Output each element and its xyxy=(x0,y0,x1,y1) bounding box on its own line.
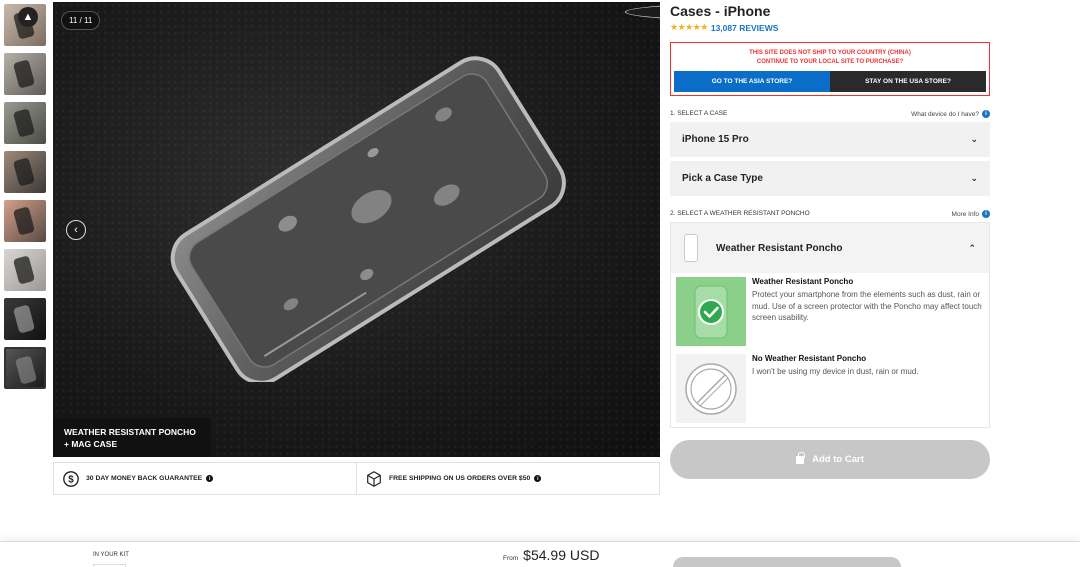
device-select-value: iPhone 15 Pro xyxy=(682,134,749,145)
poncho-selected-value: Weather Resistant Poncho xyxy=(716,242,843,254)
info-icon[interactable]: i xyxy=(206,475,214,482)
usa-store-button[interactable]: STAY ON THE USA STORE? xyxy=(830,71,986,92)
poncho-option-no[interactable]: No Weather Resistant Poncho I won't be u… xyxy=(671,350,989,427)
reviews-link[interactable]: 13,087 REVIEWS xyxy=(711,23,779,33)
poncho-option-yes-image xyxy=(676,277,746,346)
image-caption: WEATHER RESISTANT PONCHO + MAG CASE xyxy=(53,418,211,457)
poncho-option-yes-title: Weather Resistant Poncho xyxy=(752,277,854,286)
free-shipping[interactable]: FREE SHIPPING ON US ORDERS OVER $50 i xyxy=(356,463,659,494)
device-select[interactable]: iPhone 15 Pro ⌄ xyxy=(670,122,990,157)
sticky-cart-bar: IN YOUR KIT From $54.99 USD xyxy=(0,541,1080,567)
add-to-cart-button[interactable]: Add to Cart xyxy=(670,440,990,479)
thumbnail-strip: ▲ xyxy=(4,4,47,396)
more-info-link[interactable]: More Info i xyxy=(952,210,990,218)
thumbnail-7[interactable] xyxy=(4,298,46,340)
money-back-label: 30 DAY MONEY BACK GUARANTEE xyxy=(86,475,203,482)
chevron-down-icon: ⌄ xyxy=(970,173,978,183)
image-counter: 11 / 11 xyxy=(61,11,101,30)
thumbnail-8-active[interactable] xyxy=(4,347,46,389)
caption-line-2: + MAG CASE xyxy=(64,439,118,449)
step-2-header: 2. SELECT A WEATHER RESISTANT PONCHO Mor… xyxy=(670,210,990,218)
checkmark-icon xyxy=(694,285,728,338)
money-back-icon: $ xyxy=(63,470,79,487)
poncho-option-no-description: I won't be using my device in dust, rain… xyxy=(752,367,919,376)
price-display: From $54.99 USD xyxy=(503,547,599,563)
add-to-cart-label: Add to Cart xyxy=(812,454,864,465)
poncho-option-yes-description: Protect your smartphone from the element… xyxy=(752,290,982,322)
device-help-link[interactable]: What device do I have? i xyxy=(911,110,990,118)
poncho-option-no-image xyxy=(676,354,746,423)
thumbnail-6[interactable] xyxy=(4,249,46,291)
money-back-guarantee[interactable]: $ 30 DAY MONEY BACK GUARANTEE i xyxy=(54,463,356,494)
step-1-header: 1. SELECT A CASE What device do I have? … xyxy=(670,110,990,118)
price-amount: $54.99 USD xyxy=(523,547,600,563)
rating-summary[interactable]: ★★★★★ 13,087 REVIEWS xyxy=(670,22,990,33)
info-icon: i xyxy=(982,210,990,218)
package-icon xyxy=(367,470,381,487)
poncho-selector: Weather Resistant Poncho ⌃ Weather Resis… xyxy=(670,222,990,428)
thumbnail-scroll-up-button[interactable]: ▲ xyxy=(18,7,38,27)
shipping-notice: THIS SITE DOES NOT SHIP TO YOUR COUNTRY … xyxy=(670,42,990,96)
thumbnail-4[interactable] xyxy=(4,151,46,193)
chevron-down-icon: ⌄ xyxy=(970,134,978,144)
poncho-thumbnail xyxy=(684,234,698,262)
guarantees-bar: $ 30 DAY MONEY BACK GUARANTEE i FREE SHI… xyxy=(53,462,660,495)
product-hero-image: 11 / 11 ‹ › WEATHER RESISTANT PONCHO + M… xyxy=(53,2,660,457)
price-from-label: From xyxy=(503,555,519,562)
chevron-left-icon: ‹ xyxy=(74,224,78,236)
chevron-up-icon: ⌃ xyxy=(968,242,976,253)
step-2-label: 2. SELECT A WEATHER RESISTANT PONCHO xyxy=(670,210,810,217)
case-type-select-value: Pick a Case Type xyxy=(682,173,763,184)
shipping-notice-line-2: CONTINUE TO YOUR LOCAL SITE TO PURCHASE? xyxy=(756,59,904,65)
poncho-option-no-title: No Weather Resistant Poncho xyxy=(752,354,867,363)
star-rating-icon: ★★★★★ xyxy=(670,22,708,32)
asia-store-button[interactable]: GO TO THE ASIA STORE? xyxy=(674,71,830,92)
info-icon[interactable]: i xyxy=(534,475,542,482)
free-shipping-label: FREE SHIPPING ON US ORDERS OVER $50 xyxy=(389,475,531,482)
phone-in-poncho-image xyxy=(170,56,566,382)
product-title: Cases - iPhone xyxy=(670,3,771,19)
poncho-selector-header[interactable]: Weather Resistant Poncho ⌃ xyxy=(671,223,989,273)
info-icon: i xyxy=(982,110,990,118)
thumbnail-3[interactable] xyxy=(4,102,46,144)
prohibited-icon xyxy=(685,362,737,415)
poncho-option-yes[interactable]: Weather Resistant Poncho Protect your sm… xyxy=(671,273,989,350)
thumbnail-2[interactable] xyxy=(4,53,46,95)
thumbnail-5[interactable] xyxy=(4,200,46,242)
lock-icon xyxy=(796,451,805,464)
shipping-notice-line-1: THIS SITE DOES NOT SHIP TO YOUR COUNTRY … xyxy=(749,50,911,56)
device-help-label: What device do I have? xyxy=(911,110,979,118)
product-options-panel: Cases - iPhone ★★★★★ 13,087 REVIEWS THIS… xyxy=(670,0,990,479)
step-1-label: 1. SELECT A CASE xyxy=(670,110,728,117)
case-type-select[interactable]: Pick a Case Type ⌄ xyxy=(670,161,990,196)
caption-line-1: WEATHER RESISTANT PONCHO xyxy=(64,427,196,437)
sticky-add-to-cart-button[interactable] xyxy=(673,557,901,567)
svg-text:$: $ xyxy=(68,474,74,485)
more-info-label: More Info xyxy=(951,210,979,218)
previous-image-button[interactable]: ‹ xyxy=(66,220,86,240)
kit-label: IN YOUR KIT xyxy=(93,552,129,558)
